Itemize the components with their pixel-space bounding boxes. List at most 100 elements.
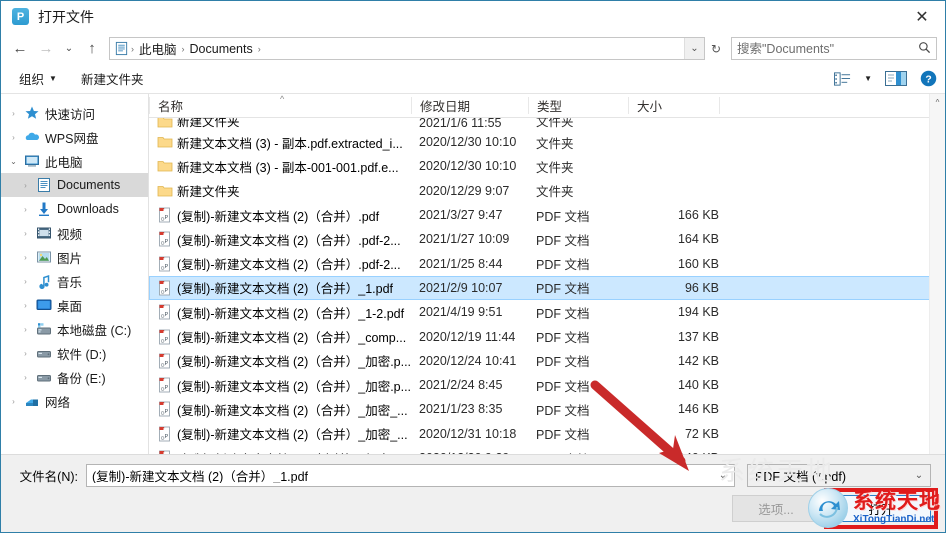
filetype-select[interactable]: PDF 文档 (*.pdf) ⌄	[747, 464, 931, 487]
table-row[interactable]: 新建文本文档 (3) - 副本-001-001.pdf.e... 2020/12/…	[149, 154, 945, 178]
search-input[interactable]	[737, 41, 918, 56]
help-icon[interactable]: ?	[920, 70, 937, 87]
file-date-cell: 2020/12/30 10:10	[419, 159, 517, 174]
table-row[interactable]: P D (复制)-新建文本文档 (2)（合并）.pdf-2... 2021/1/25 …	[149, 251, 945, 275]
chevron-right-icon[interactable]: ›	[5, 133, 22, 142]
table-row[interactable]: P D (复制)-新建文本文档 (2)（合并）_comp... 2020/12/19 …	[149, 324, 945, 348]
column-header-size[interactable]: 大小	[628, 97, 719, 114]
table-row[interactable]: P D (复制)-新建文本文档 (2)（合并）_加密_... 2021/1/23 8:…	[149, 397, 945, 421]
chevron-right-icon[interactable]: ›	[17, 277, 34, 286]
chevron-right-icon[interactable]: ›	[17, 181, 34, 190]
filename-chevron-down-icon[interactable]: ⌄	[712, 465, 734, 486]
file-name-cell: (复制)-新建文本文档 (2)（合并）_加密_...	[177, 428, 408, 443]
file-date-cell: 2021/2/24 8:45	[419, 378, 503, 393]
wps-pdf-icon: P	[12, 8, 29, 25]
chevron-right-icon[interactable]: ›	[17, 373, 34, 382]
open-file-dialog: P 打开文件 ✕ ← → ⌄ ↑ › 此电脑 › Documents › ⌄ ↻…	[0, 0, 946, 533]
drive-icon	[34, 369, 54, 385]
documents-folder-icon	[113, 41, 129, 57]
address-bar[interactable]: › 此电脑 › Documents › ⌄	[109, 37, 705, 60]
file-rows: 新建文件夹 2021/1/6 11:55 文件夹 新建文本文档 (3) - 副本.pd…	[149, 118, 945, 454]
breadcrumb-separator: ›	[257, 43, 261, 54]
pdf-icon: PD	[157, 304, 177, 320]
chevron-right-icon[interactable]: ›	[17, 325, 34, 334]
sidebar-item-[interactable]: › 音乐	[1, 269, 148, 293]
back-button[interactable]: ←	[7, 37, 33, 61]
chevron-right-icon[interactable]: ›	[5, 397, 22, 406]
table-row[interactable]: P D (复制)-新建文本文档 (2)（合并）.pdf 2021/3/27 9:47 P…	[149, 203, 945, 227]
pdf-icon: PD	[157, 353, 177, 369]
star-icon	[22, 105, 42, 121]
up-button[interactable]: ↑	[79, 37, 105, 61]
search-box[interactable]	[731, 37, 937, 60]
filetype-chevron-down-icon[interactable]: ⌄	[908, 470, 930, 481]
file-date-cell: 2020/12/24 10:41	[419, 353, 517, 368]
chevron-right-icon[interactable]: ›	[5, 109, 22, 118]
sidebar-item-[interactable]: › 图片	[1, 245, 148, 269]
file-type-cell: PDF 文档	[536, 403, 590, 418]
sidebar-item-downloads[interactable]: › Downloads	[1, 197, 148, 221]
organize-button[interactable]: 组织 ▼	[19, 69, 57, 88]
svg-text:P: P	[165, 288, 169, 294]
sidebar-item-[interactable]: › 网络	[1, 389, 148, 413]
column-header-type[interactable]: 类型	[528, 97, 628, 114]
table-row[interactable]: P D (复制)-新建文本文档 (2)（合并）_1-2.pdf 2021/4/19 9…	[149, 300, 945, 324]
sidebar-item-[interactable]: › 桌面	[1, 293, 148, 317]
sidebar-item-c[interactable]: › 本地磁盘 (C:)	[1, 317, 148, 341]
pdf-icon: PD	[157, 256, 177, 272]
sidebar-item-d[interactable]: › 软件 (D:)	[1, 341, 148, 365]
breadcrumb-separator: ›	[131, 43, 134, 54]
sidebar-item-wps[interactable]: › WPS网盘	[1, 125, 148, 149]
options-button[interactable]: 选项...	[732, 495, 820, 522]
table-row[interactable]: 新建文本文档 (3) - 副本.pdf.extracted_i... 2020/1…	[149, 130, 945, 154]
filename-field[interactable]: ⌄	[86, 464, 735, 487]
preview-pane-icon[interactable]	[885, 71, 907, 86]
address-dropdown-icon[interactable]: ⌄	[684, 38, 704, 59]
folder-icon	[157, 158, 177, 174]
table-row[interactable]: P D (复制)-新建文本文档 (2)（合并）_1.pdf 2021/2/9 10:0…	[149, 275, 945, 301]
chevron-right-icon[interactable]: ›	[17, 349, 34, 358]
close-icon[interactable]: ✕	[899, 1, 945, 32]
sidebar-item-label: 桌面	[57, 299, 83, 314]
table-row[interactable]: 新建文件夹 2021/1/6 11:55 文件夹	[149, 118, 945, 130]
svg-text:P: P	[165, 337, 169, 343]
open-button[interactable]: 打开	[831, 495, 931, 522]
table-row[interactable]: P D (复制)-新建文本文档 (2)（合并）_加密.p... 2020/12/24 …	[149, 349, 945, 373]
forward-button[interactable]: →	[33, 37, 59, 61]
sidebar-item-[interactable]: › 快速访问	[1, 101, 148, 125]
chevron-down-icon[interactable]: ⌄	[5, 157, 22, 166]
recent-locations-button[interactable]: ⌄	[59, 37, 79, 61]
pdf-icon: PD	[157, 280, 177, 296]
music-icon	[34, 273, 54, 289]
sidebar-item-[interactable]: ⌄ 此电脑	[1, 149, 148, 173]
filename-input[interactable]	[92, 468, 712, 483]
file-size-cell: 137 KB	[677, 329, 719, 344]
new-folder-button[interactable]: 新建文件夹	[81, 69, 144, 88]
table-row[interactable]: P D (复制)-新建文本文档 (2)（合并）.pdf-2... 2021/1/27 …	[149, 227, 945, 251]
table-row[interactable]: PD(复制)-新建文本文档 (2)（合并）_加密_...2020/12/30 9…	[149, 446, 945, 454]
chevron-right-icon[interactable]: ›	[17, 253, 34, 262]
sidebar-item-e[interactable]: › 备份 (E:)	[1, 365, 148, 389]
table-row[interactable]: P D (复制)-新建文本文档 (2)（合并）_加密.p... 2021/2/24 8…	[149, 373, 945, 397]
sidebar-item-documents[interactable]: › Documents	[1, 173, 148, 197]
view-options-icon[interactable]	[834, 71, 851, 86]
chevron-right-icon[interactable]: ›	[17, 301, 34, 310]
file-date-cell: 2020/12/30 10:10	[419, 135, 517, 150]
breadcrumb-this-pc[interactable]: 此电脑	[136, 39, 180, 58]
sidebar-item-[interactable]: › 视频	[1, 221, 148, 245]
file-type-cell: PDF 文档	[536, 233, 590, 248]
table-row[interactable]: 新建文件夹 2020/12/29 9:07 文件夹	[149, 179, 945, 203]
column-header-date[interactable]: 修改日期	[411, 97, 528, 114]
scroll-up-icon[interactable]: ^	[930, 94, 946, 110]
vertical-scrollbar[interactable]: ^	[929, 94, 945, 454]
table-row[interactable]: P D (复制)-新建文本文档 (2)（合并）_加密_... 2020/12/31 1…	[149, 422, 945, 446]
chevron-right-icon[interactable]: ›	[17, 229, 34, 238]
view-options-chevron-down-icon[interactable]: ▼	[864, 74, 872, 83]
chevron-right-icon[interactable]: ›	[17, 205, 34, 214]
svg-text:P: P	[165, 361, 169, 367]
file-size-cell: 142 KB	[677, 353, 719, 368]
sidebar-item-label: 视频	[57, 227, 83, 242]
refresh-icon[interactable]: ↻	[705, 37, 727, 60]
breadcrumb-documents[interactable]: Documents	[187, 42, 256, 56]
sidebar-item-label: 音乐	[57, 275, 83, 290]
